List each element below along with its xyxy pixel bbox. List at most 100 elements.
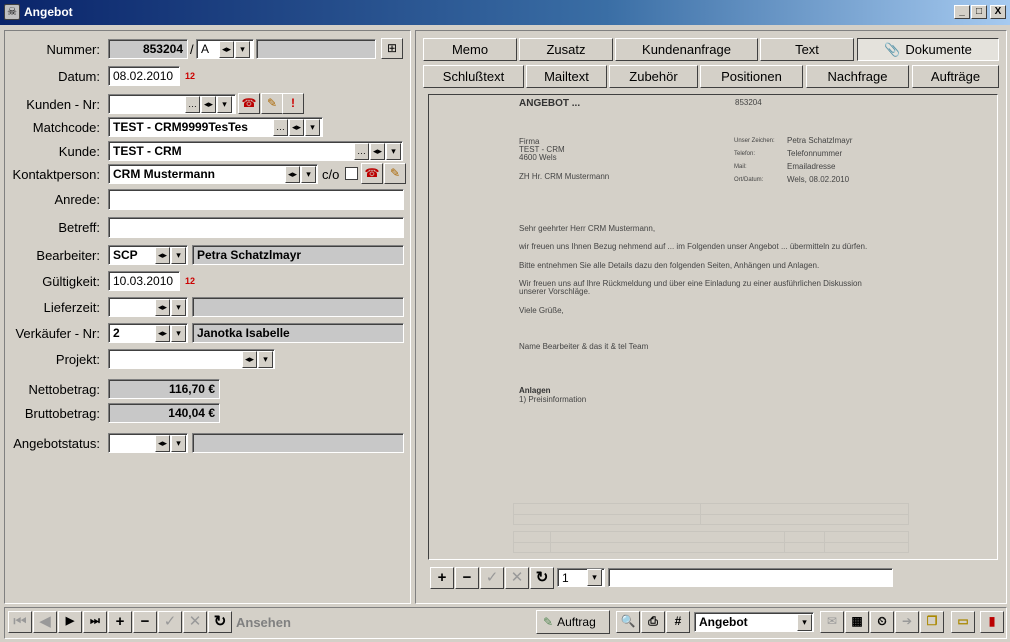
tab-kundenanfrage[interactable]: Kundenanfrage bbox=[615, 38, 758, 61]
kunde-spin[interactable]: ◂▸ bbox=[370, 143, 385, 160]
kontakt-spin[interactable]: ◂▸ bbox=[285, 166, 300, 183]
search-help-icon[interactable]: ⊞ bbox=[381, 38, 403, 59]
confirm-icon[interactable]: ✓ bbox=[480, 567, 504, 589]
alert-icon[interactable]: ! bbox=[282, 93, 304, 114]
tab-dokumente[interactable]: 📎 Dokumente bbox=[857, 38, 999, 61]
nummer-separator: / bbox=[190, 42, 194, 57]
export-icon[interactable]: ➔ bbox=[895, 611, 919, 633]
nummer-suffix-spin[interactable]: ◂▸ bbox=[219, 41, 234, 58]
refresh-icon[interactable]: ↻ bbox=[530, 567, 554, 589]
doc-heading: ANGEBOT ... bbox=[519, 98, 581, 109]
doc-meta-label: Mail: bbox=[734, 164, 747, 170]
add-icon[interactable]: + bbox=[430, 567, 454, 589]
folder-icon[interactable]: ▭ bbox=[951, 611, 975, 633]
doc-meta-label: Unser Zeichen: bbox=[734, 138, 775, 144]
calculator-icon[interactable]: # bbox=[666, 611, 690, 633]
lieferzeit-label: Lieferzeit: bbox=[43, 300, 100, 315]
doc-body-line: Bitte entnehmen Sie alle Details dazu de… bbox=[519, 261, 820, 270]
lieferzeit-text-field bbox=[192, 297, 404, 317]
cancel-icon[interactable]: ✕ bbox=[505, 567, 529, 589]
last-record-icon[interactable]: ⏭ bbox=[83, 611, 107, 633]
tab-zubehoer[interactable]: Zubehör bbox=[609, 65, 698, 88]
print-icon[interactable]: ⎙ bbox=[641, 611, 665, 633]
tab-nachfrage[interactable]: Nachfrage bbox=[806, 65, 909, 88]
next-record-icon[interactable]: ▶ bbox=[58, 611, 82, 633]
close-button[interactable]: X bbox=[990, 5, 1006, 19]
matchcode-dropdown[interactable]: ▾ bbox=[305, 119, 320, 136]
grid-icon[interactable]: ▦ bbox=[845, 611, 869, 633]
verkaeufer-dropdown[interactable]: ▾ bbox=[171, 325, 186, 342]
doc-body-line: wir freuen uns Ihnen Bezug nehmend auf .… bbox=[519, 242, 868, 251]
mode-label: Ansehen bbox=[236, 615, 291, 630]
verkaeufer-name-field: Janotka Isabelle bbox=[192, 323, 404, 343]
lieferzeit-dropdown[interactable]: ▾ bbox=[171, 299, 186, 316]
matchcode-spin[interactable]: ◂▸ bbox=[289, 119, 304, 136]
bearbeiter-spin[interactable]: ◂▸ bbox=[155, 247, 170, 264]
edit-contact-icon[interactable]: ✎ bbox=[261, 93, 283, 114]
clock-icon[interactable]: ⏲ bbox=[870, 611, 894, 633]
kunden-nr-dropdown[interactable]: ▾ bbox=[217, 96, 232, 113]
auftrag-button[interactable]: ✎ Auftrag bbox=[536, 610, 610, 634]
calendar-icon[interactable]: 12 bbox=[182, 273, 198, 289]
first-record-icon[interactable]: ⏮ bbox=[8, 611, 32, 633]
kunde-dropdown[interactable]: ▾ bbox=[386, 143, 401, 160]
tab-schlusstext[interactable]: Schlußtext bbox=[423, 65, 524, 88]
refresh-record-icon[interactable]: ↻ bbox=[208, 611, 232, 633]
order-icon: ✎ bbox=[543, 615, 554, 629]
matchcode-label: Matchcode: bbox=[32, 120, 100, 135]
betreff-field[interactable] bbox=[108, 217, 404, 238]
tab-text[interactable]: Text bbox=[760, 38, 854, 61]
gueltigkeit-field[interactable]: 10.03.2010 bbox=[108, 271, 180, 291]
doc-text-field[interactable] bbox=[608, 568, 893, 587]
datum-field[interactable]: 08.02.2010 bbox=[108, 66, 180, 86]
tab-mailtext[interactable]: Mailtext bbox=[526, 65, 607, 88]
title-bar: ☠ Angebot _ □ X bbox=[0, 0, 1010, 25]
calendar-icon[interactable]: 12 bbox=[182, 68, 198, 84]
nummer-field[interactable]: 853204 bbox=[108, 39, 188, 59]
bearbeiter-label: Bearbeiter: bbox=[36, 248, 100, 263]
kunden-nr-label: Kunden - Nr: bbox=[26, 97, 100, 112]
preview-icon[interactable]: 🔍 bbox=[616, 611, 640, 633]
kontakt-dropdown[interactable]: ▾ bbox=[301, 166, 316, 183]
doc-meta-value: Emailadresse bbox=[787, 162, 836, 171]
add-record-icon[interactable]: + bbox=[108, 611, 132, 633]
send-icon[interactable]: ✉ bbox=[820, 611, 844, 633]
maximize-button[interactable]: □ bbox=[971, 5, 987, 19]
status-spin[interactable]: ◂▸ bbox=[155, 435, 170, 452]
matchcode-browse[interactable]: … bbox=[273, 119, 288, 136]
copy-icon[interactable]: ❐ bbox=[920, 611, 944, 633]
status-text-field bbox=[192, 433, 404, 453]
minimize-button[interactable]: _ bbox=[954, 5, 970, 19]
kunden-nr-spin[interactable]: ◂▸ bbox=[201, 96, 216, 113]
kunde-browse[interactable]: … bbox=[354, 143, 369, 160]
document-type-dropdown[interactable]: ▾ bbox=[797, 614, 812, 631]
document-preview[interactable]: ANGEBOT ... 853204 Firma TEST - CRM 4600… bbox=[428, 94, 998, 560]
kunden-nr-browse[interactable]: … bbox=[185, 96, 200, 113]
verkaeufer-spin[interactable]: ◂▸ bbox=[155, 325, 170, 342]
bearbeiter-dropdown[interactable]: ▾ bbox=[171, 247, 186, 264]
tab-memo[interactable]: Memo bbox=[423, 38, 517, 61]
co-checkbox[interactable] bbox=[345, 167, 358, 180]
lieferzeit-spin[interactable]: ◂▸ bbox=[155, 299, 170, 316]
doc-signature: Name Bearbeiter & das it & tel Team bbox=[519, 342, 649, 351]
status-dropdown[interactable]: ▾ bbox=[171, 435, 186, 452]
prev-record-icon[interactable]: ◀ bbox=[33, 611, 57, 633]
tab-positionen[interactable]: Positionen bbox=[700, 65, 803, 88]
save-record-icon[interactable]: ✓ bbox=[158, 611, 182, 633]
nummer-suffix-dropdown[interactable]: ▾ bbox=[235, 41, 250, 58]
document-type-select[interactable]: Angebot bbox=[694, 612, 814, 632]
tab-auftraege[interactable]: Aufträge bbox=[912, 65, 999, 88]
tab-zusatz[interactable]: Zusatz bbox=[519, 38, 613, 61]
edit-contact-icon[interactable]: ✎ bbox=[384, 163, 406, 184]
exit-icon[interactable]: ▮ bbox=[980, 611, 1004, 633]
tab-dokumente-label: Dokumente bbox=[905, 42, 972, 57]
remove-icon[interactable]: − bbox=[455, 567, 479, 589]
phone-icon[interactable]: ☎ bbox=[361, 163, 383, 184]
projekt-dropdown[interactable]: ▾ bbox=[258, 351, 273, 368]
phone-icon[interactable]: ☎ bbox=[238, 93, 260, 114]
projekt-spin[interactable]: ◂▸ bbox=[242, 351, 257, 368]
delete-record-icon[interactable]: − bbox=[133, 611, 157, 633]
page-select-dropdown[interactable]: ▾ bbox=[587, 569, 602, 586]
cancel-record-icon[interactable]: ✕ bbox=[183, 611, 207, 633]
anrede-field[interactable] bbox=[108, 189, 404, 210]
